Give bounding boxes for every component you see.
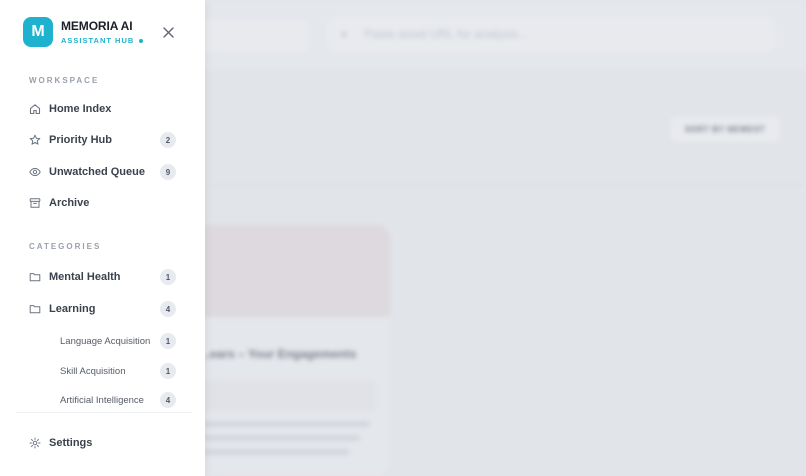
- sidebar-item-home-index[interactable]: Home Index: [16, 95, 192, 123]
- count-badge: 9: [160, 164, 176, 180]
- sidebar-item-archive[interactable]: Archive: [16, 189, 192, 217]
- count-badge: 1: [160, 363, 176, 379]
- close-sidebar-button[interactable]: [160, 24, 176, 40]
- folder-icon: [29, 303, 41, 315]
- sidebar-item-label: Unwatched Queue: [49, 166, 145, 178]
- sidebar-subitem-skill-acquisition[interactable]: Skill Acquisition 1: [16, 359, 192, 383]
- sidebar-item-label: Mental Health: [49, 271, 121, 283]
- sidebar-item-priority-hub[interactable]: Priority Hub 2: [16, 126, 192, 154]
- sidebar-item-label: Learning: [49, 303, 96, 315]
- status-dot: [139, 38, 144, 43]
- count-badge: 1: [160, 269, 176, 285]
- sidebar-footer-divider: [16, 412, 192, 413]
- sidebar-item-label: Settings: [49, 437, 93, 449]
- sidebar-item-mental-health[interactable]: Mental Health 1: [16, 263, 192, 291]
- sidebar-subitem-artificial-intelligence[interactable]: Artificial Intelligence 4: [16, 388, 192, 412]
- star-icon: [29, 134, 41, 146]
- archive-icon: [29, 197, 41, 209]
- sidebar-item-unwatched-queue[interactable]: Unwatched Queue 9: [16, 158, 192, 186]
- app-name: MEMORIA AI: [61, 19, 133, 33]
- eye-icon: [29, 166, 41, 178]
- section-label-categories: CATEGORIES: [29, 242, 102, 251]
- count-badge: 4: [160, 392, 176, 408]
- sidebar-item-learning[interactable]: Learning 4: [16, 295, 192, 323]
- count-badge: 4: [160, 301, 176, 317]
- sidebar-item-label: Archive: [49, 197, 90, 209]
- sidebar-drawer: M MEMORIA AI ASSISTANT HUB WORKSPACE Hom…: [0, 0, 205, 476]
- sidebar-item-settings[interactable]: Settings: [16, 429, 192, 457]
- sidebar-subitem-label: Language Acquisition: [60, 335, 151, 347]
- sidebar-item-label: Home Index: [49, 103, 112, 115]
- brand-text: MEMORIA AI ASSISTANT HUB: [61, 19, 144, 45]
- folder-icon: [29, 271, 41, 283]
- section-label-workspace: WORKSPACE: [29, 76, 100, 85]
- gear-icon: [29, 437, 41, 449]
- app-logo: M: [23, 17, 53, 47]
- sidebar-subitem-language-acquisition[interactable]: Language Acquisition 1: [16, 329, 192, 353]
- count-badge: 1: [160, 333, 176, 349]
- count-badge: 2: [160, 132, 176, 148]
- app-subtitle-row: ASSISTANT HUB: [61, 36, 144, 45]
- app-subtitle: ASSISTANT HUB: [61, 36, 135, 45]
- sidebar-item-label: Priority Hub: [49, 134, 112, 146]
- sidebar-subitem-label: Skill Acquisition: [60, 365, 126, 377]
- close-icon: [162, 26, 174, 38]
- sidebar-subitem-label: Artificial Intelligence: [60, 394, 144, 406]
- home-icon: [29, 103, 41, 115]
- brand: M MEMORIA AI ASSISTANT HUB: [23, 17, 144, 47]
